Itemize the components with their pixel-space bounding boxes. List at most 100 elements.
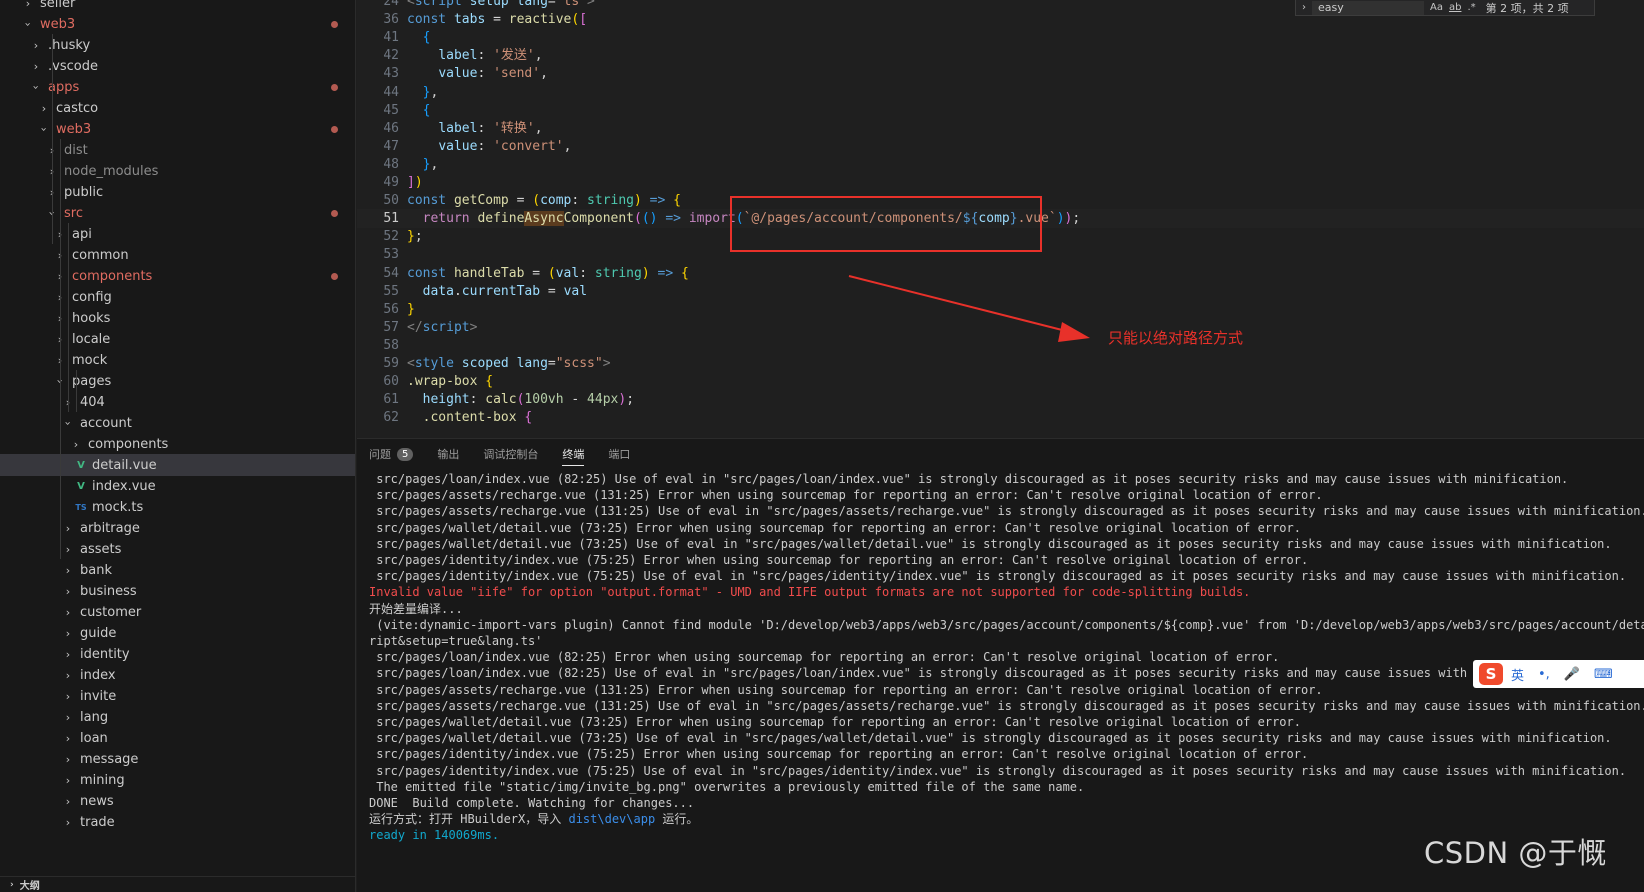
tree-item-common[interactable]: ›common: [0, 244, 355, 266]
tree-item-mining[interactable]: › mining: [0, 769, 355, 791]
code-line[interactable]: 45 {: [357, 101, 1644, 120]
tree-item-account[interactable]: › account: [0, 412, 355, 434]
panel-tab[interactable]: 端口: [608, 439, 630, 469]
tree-item-business[interactable]: › business: [0, 580, 355, 602]
tree-item-assets[interactable]: › assets: [0, 538, 355, 560]
tree-item-customer[interactable]: › customer: [0, 601, 355, 623]
tree-item-invite[interactable]: › invite: [0, 685, 355, 707]
code-editor[interactable]: 24 <script setup lang="ts"> 36 const tabs =…: [357, 0, 1644, 438]
tree-item-guide[interactable]: › guide: [0, 622, 355, 644]
tree-item-news[interactable]: › news: [0, 790, 355, 812]
code-line[interactable]: 46 label: '转换',: [357, 119, 1644, 138]
line-number: 51: [383, 211, 399, 227]
tree-item-index[interactable]: › index: [0, 664, 355, 686]
ime-toolbar[interactable]: S 英 •, 🎤 ⌨: [1473, 660, 1644, 688]
code-line[interactable]: 47 value: 'convert',: [357, 137, 1644, 156]
tree-item-label: hooks: [72, 310, 111, 326]
chevron-right-icon: ›: [41, 101, 47, 115]
chevron-right-icon: ›: [25, 0, 31, 10]
tree-item-identity[interactable]: › identity: [0, 643, 355, 665]
terminal-output[interactable]: src/pages/loan/index.vue (82:25) Use of …: [369, 471, 1644, 891]
tree-item-loan[interactable]: › loan: [0, 727, 355, 749]
code-line[interactable]: 51 return defineAsyncComponent(() => imp…: [357, 209, 1644, 229]
tree-item-components[interactable]: ›components: [0, 265, 355, 287]
tree-item-dist[interactable]: ›dist: [0, 139, 355, 161]
tree-item-node-modules[interactable]: ›node_modules: [0, 160, 355, 182]
code-line[interactable]: 53: [357, 245, 1644, 264]
tree-item-label: news: [80, 793, 114, 809]
tree-item-detail-vue[interactable]: Vdetail.vue: [0, 454, 355, 476]
panel-tab[interactable]: 终端: [562, 439, 585, 469]
code-line[interactable]: 57 </script>: [357, 318, 1644, 337]
code-line[interactable]: 49]): [357, 173, 1644, 192]
tree-item-label: trade: [80, 814, 115, 830]
match-whole-word-icon[interactable]: ab: [1449, 2, 1461, 13]
code-line[interactable]: 41 {: [357, 28, 1644, 47]
code-text: .content-box {: [422, 410, 533, 426]
tree-item-locale[interactable]: ›locale: [0, 328, 355, 350]
ime-mode-toggle[interactable]: 英: [1511, 665, 1524, 684]
tree-item-404[interactable]: ›404: [0, 391, 355, 413]
tree-item-label: web3: [40, 16, 76, 32]
code-text: <style scoped lang="scss">: [407, 356, 611, 371]
tree-item-hooks[interactable]: ›hooks: [0, 307, 355, 329]
ime-punct-toggle[interactable]: •,: [1538, 667, 1550, 682]
code-line[interactable]: 48 },: [357, 155, 1644, 174]
code-line[interactable]: 60 .wrap-box {: [357, 372, 1644, 391]
panel-tabs: 问题 5 输出 调试控制台 终端 端口: [357, 439, 1644, 469]
code-line[interactable]: 55 data.currentTab = val: [357, 282, 1644, 301]
tree-item-label: castco: [56, 100, 99, 116]
tree-item-web3[interactable]: › web3: [0, 118, 355, 140]
tree-item-components[interactable]: ›components: [0, 433, 355, 455]
microphone-icon[interactable]: 🎤: [1564, 667, 1580, 682]
tree-item-bank[interactable]: › bank: [0, 559, 355, 581]
tree-item--husky[interactable]: › .husky: [0, 34, 355, 56]
use-regex-icon[interactable]: .*: [1467, 2, 1475, 13]
terminal-line: src/pages/identity/index.vue (75:25) Err…: [369, 553, 1309, 567]
code-line[interactable]: 54 const handleTab = (val: string) => {: [357, 264, 1644, 283]
tree-item-config[interactable]: ›config: [0, 286, 355, 308]
tree-item-label: mock.ts: [92, 499, 144, 515]
keyboard-icon[interactable]: ⌨: [1594, 667, 1613, 682]
code-line[interactable]: 58: [357, 336, 1644, 355]
find-input[interactable]: easy: [1312, 0, 1424, 15]
find-toggle-replace-icon[interactable]: ›: [1296, 2, 1312, 13]
tree-item-mock-ts[interactable]: TS mock.ts: [0, 496, 355, 518]
tree-item-src[interactable]: ›src: [0, 202, 355, 224]
code-line[interactable]: 44 },: [357, 83, 1644, 102]
code-line[interactable]: 59 <style scoped lang="scss">: [357, 354, 1644, 373]
match-case-icon[interactable]: Aa: [1430, 2, 1443, 13]
tree-item-label: public: [64, 184, 104, 200]
tree-item-apps[interactable]: › apps: [0, 76, 355, 98]
tree-item-lang[interactable]: › lang: [0, 706, 355, 728]
tree-item-castco[interactable]: › castco: [0, 97, 355, 119]
code-line[interactable]: 56}: [357, 300, 1644, 319]
tree-item-trade[interactable]: › trade: [0, 811, 355, 833]
code-line[interactable]: 62 .content-box {: [357, 408, 1644, 427]
panel-tab[interactable]: 调试控制台: [483, 439, 538, 469]
tree-item-seller[interactable]: › seller: [0, 0, 355, 14]
tree-item-arbitrage[interactable]: › arbitrage: [0, 517, 355, 539]
tree-item-api[interactable]: ›api: [0, 223, 355, 245]
tree-item-message[interactable]: › message: [0, 748, 355, 770]
panel-tab[interactable]: 输出: [437, 439, 459, 469]
tree-item-mock[interactable]: ›mock: [0, 349, 355, 371]
line-number: 44: [383, 84, 399, 100]
code-line[interactable]: 43 value: 'send',: [357, 64, 1644, 83]
terminal-path-link[interactable]: dist\dev\app: [568, 812, 655, 826]
tree-item-pages[interactable]: ›pages: [0, 370, 355, 392]
outline-section-header[interactable]: › 大纲: [0, 876, 355, 892]
panel-tab[interactable]: 问题 5: [369, 439, 414, 469]
tree-item--vscode[interactable]: › .vscode: [0, 55, 355, 77]
tree-item-index-vue[interactable]: Vindex.vue: [0, 475, 355, 497]
find-result-count: 第 2 项，共 2 项: [1485, 1, 1569, 15]
sogou-logo-icon[interactable]: S: [1479, 663, 1503, 685]
chevron-down-icon: ›: [61, 420, 75, 426]
tree-item-public[interactable]: ›public: [0, 181, 355, 203]
tree-item-label: business: [80, 583, 137, 599]
tree-item-web3[interactable]: › web3: [0, 13, 355, 35]
code-line[interactable]: 61 height: calc(100vh - 44px);: [357, 390, 1644, 409]
code-line[interactable]: 52};: [357, 227, 1644, 246]
code-line[interactable]: 42 label: '发送',: [357, 46, 1644, 65]
code-line[interactable]: 50 const getComp = (comp: string) => {: [357, 191, 1644, 210]
